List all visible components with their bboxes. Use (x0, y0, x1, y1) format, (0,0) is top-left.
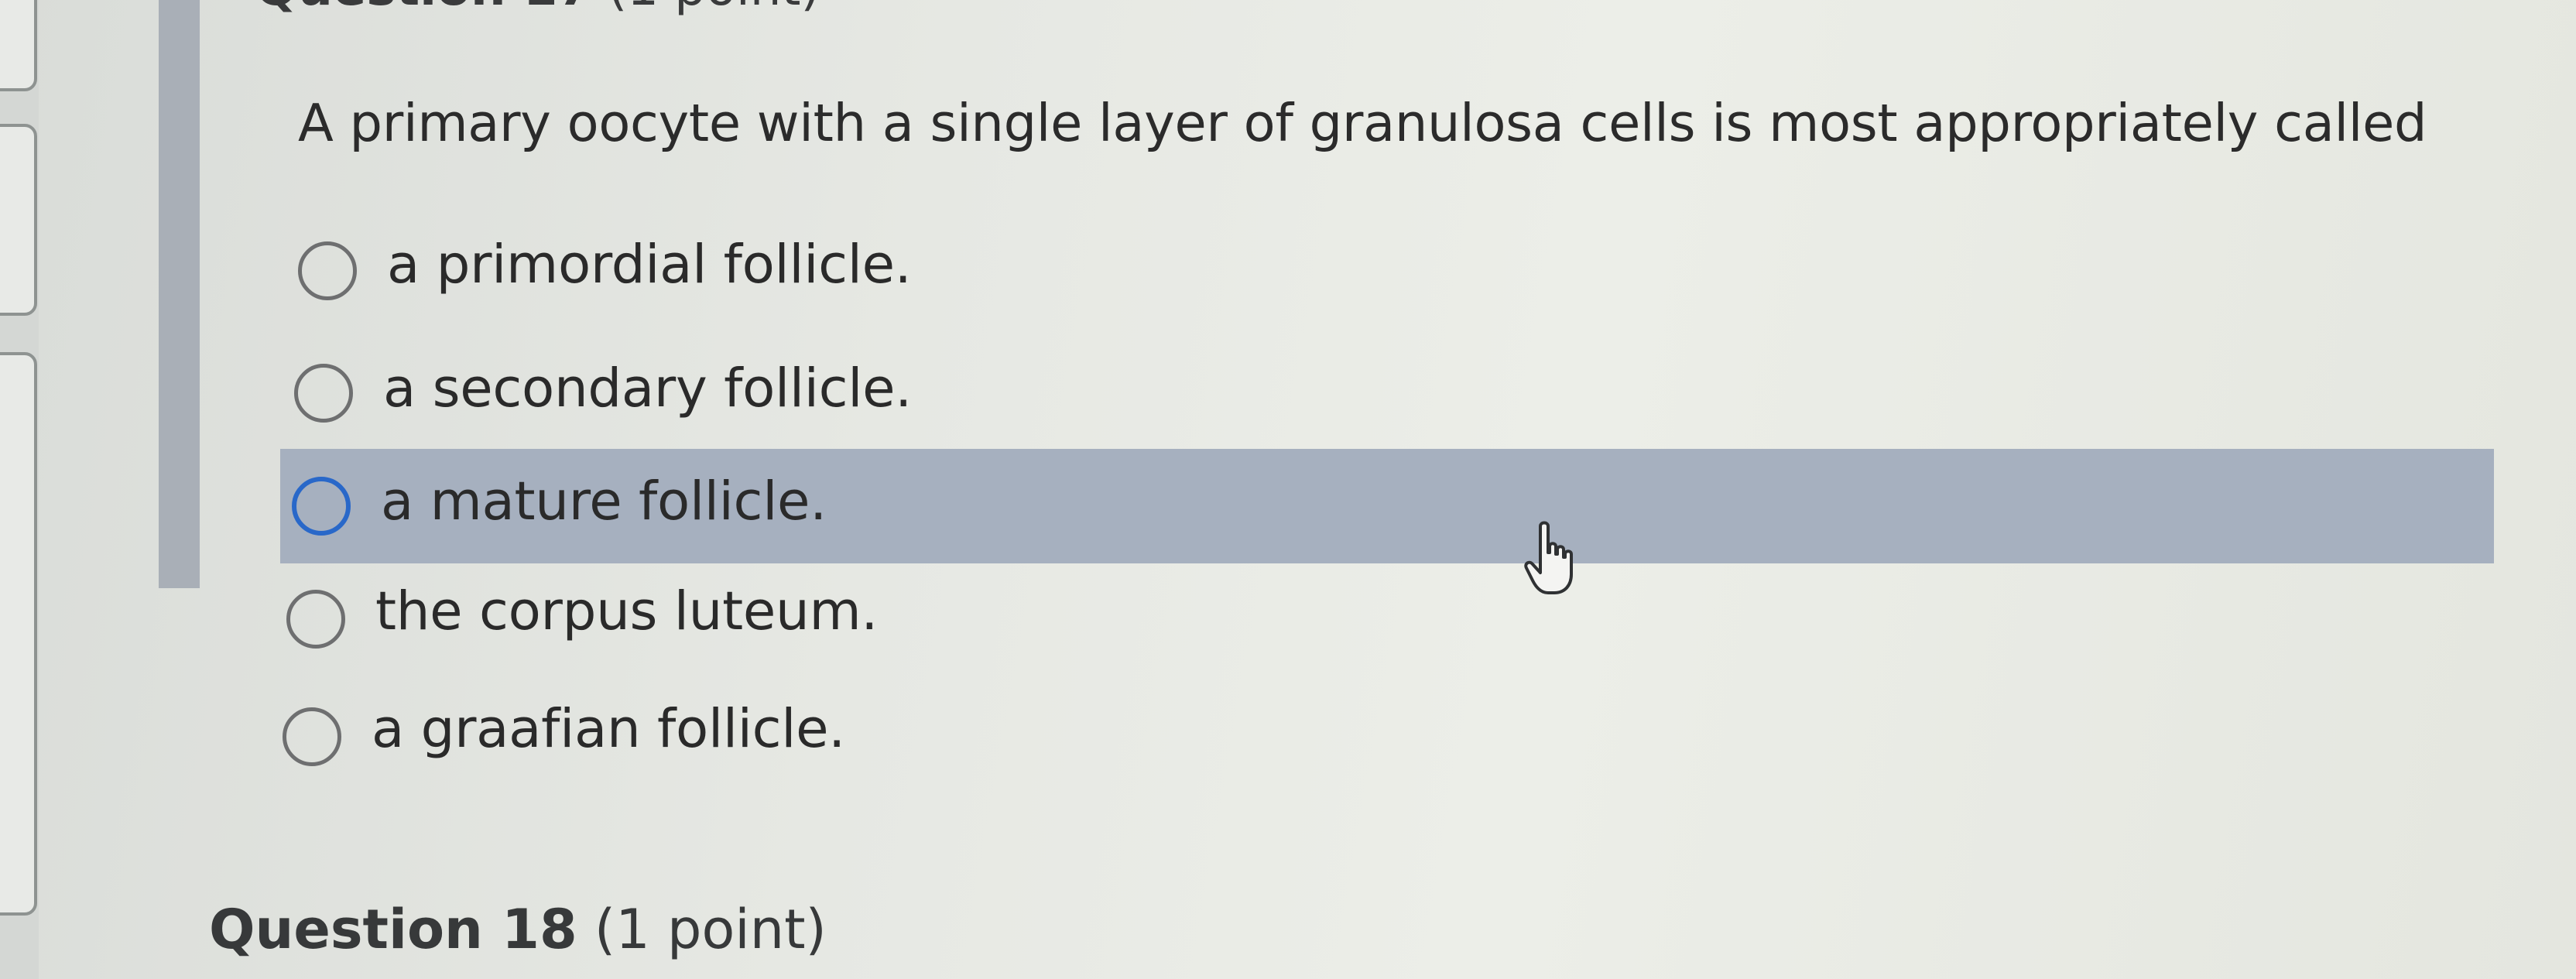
edge-frame-top (0, 0, 37, 91)
edge-frame-middle (0, 124, 37, 316)
question-prompt: A primary oocyte with a single layer of … (298, 93, 2427, 153)
option-primordial-follicle[interactable]: a primordial follicle. (279, 211, 975, 327)
left-edge-panel (0, 0, 39, 979)
question-18-number: Question 18 (209, 898, 577, 961)
radio-button[interactable] (283, 707, 341, 766)
radio-button[interactable] (286, 590, 345, 649)
question-18-points: (1 point) (594, 898, 827, 961)
question-17-header: Question 17 (1 point) (255, 0, 820, 17)
question-18-header: Question 18 (1 point) (209, 898, 827, 961)
hand-pointer-icon (1524, 521, 1573, 594)
radio-button[interactable] (292, 477, 351, 536)
option-label: a primordial follicle. (387, 234, 912, 296)
option-label: a secondary follicle. (383, 358, 912, 419)
question-17-points: (1 point) (608, 0, 820, 17)
option-mature-follicle[interactable]: a mature follicle. (280, 449, 2494, 563)
quiz-page: Question 17 (1 point) A primary oocyte w… (0, 0, 2576, 979)
radio-button[interactable] (298, 241, 357, 300)
question-accent-bar (159, 0, 200, 588)
question-17-number: Question 17 (255, 0, 592, 17)
edge-frame-bottom (0, 352, 37, 916)
option-label: a graafian follicle. (372, 698, 845, 760)
option-label: a mature follicle. (381, 471, 827, 532)
option-secondary-follicle[interactable]: a secondary follicle. (275, 334, 971, 450)
option-label: the corpus luteum. (375, 580, 878, 642)
option-corpus-luteum[interactable]: the corpus luteum. (267, 557, 964, 673)
radio-button[interactable] (294, 364, 353, 423)
option-graafian-follicle[interactable]: a graafian follicle. (263, 673, 960, 789)
